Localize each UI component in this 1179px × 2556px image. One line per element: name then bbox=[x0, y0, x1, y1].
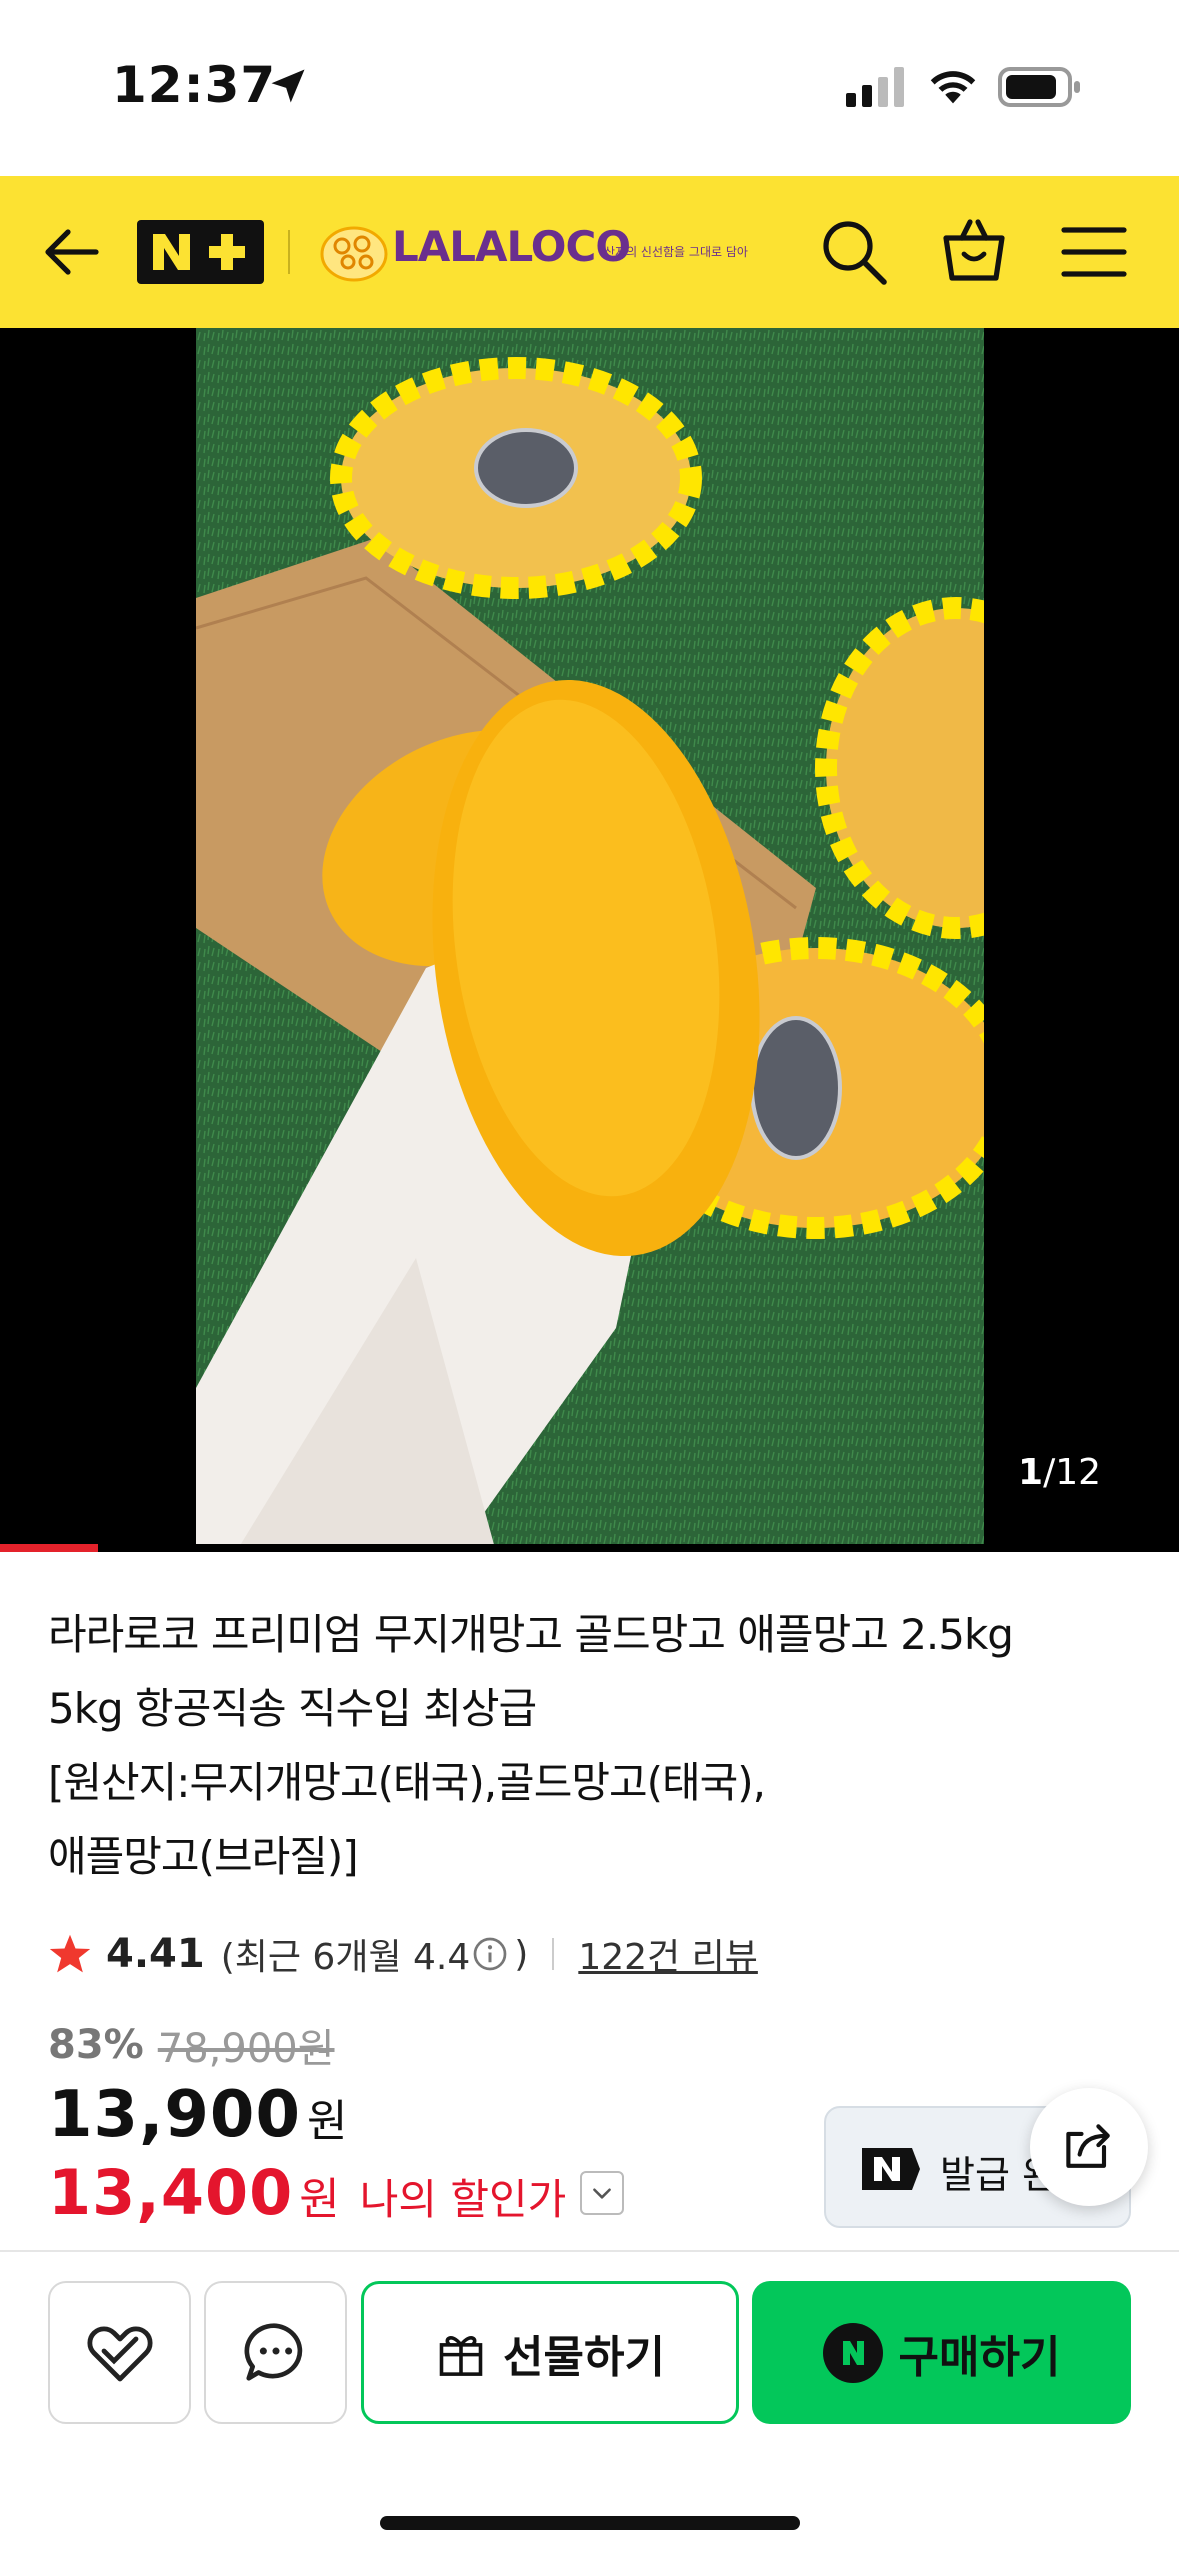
recent-rating-close: ) bbox=[514, 1933, 529, 1975]
gift-button[interactable]: 선물하기 bbox=[361, 2281, 739, 2424]
shopping-bag-icon[interactable] bbox=[938, 214, 1010, 286]
discount-rate: 83% bbox=[48, 2022, 144, 2068]
rating-divider bbox=[552, 1938, 555, 1970]
nplus-logo-icon bbox=[153, 234, 245, 270]
naver-n-icon bbox=[822, 2322, 883, 2383]
brand-name[interactable]: LALALOCO bbox=[392, 222, 631, 271]
back-arrow-icon[interactable] bbox=[40, 220, 104, 284]
star-icon bbox=[49, 1934, 91, 1973]
recent-rating-text: (최근 6개월 4.4 bbox=[220, 1937, 471, 1978]
carousel-progress-fill bbox=[0, 1544, 98, 1552]
original-price: 78,900원 bbox=[157, 2026, 335, 2072]
battery-icon bbox=[998, 67, 1080, 107]
rating-row: 4.41 (최근 6개월 4.4 ) 122건 리뷰 bbox=[48, 1924, 758, 1984]
status-time: 12:37 bbox=[112, 56, 277, 114]
discount-row: 83% 78,900원 bbox=[48, 2016, 335, 2074]
my-discount-price-label: 나의 할인가 bbox=[359, 2175, 567, 2224]
top-navigation-bar: LALALOCO 산지의 신선함을 그대로 담아 bbox=[0, 176, 1179, 328]
chat-bubble-icon bbox=[244, 2322, 302, 2381]
product-title-line: 애플망고(브라질)] bbox=[48, 1832, 359, 1881]
product-photo[interactable] bbox=[196, 328, 984, 1552]
buy-label: 구매하기 bbox=[898, 2331, 1061, 2383]
share-button[interactable] bbox=[1030, 2088, 1148, 2206]
product-image-carousel[interactable]: 1/12 bbox=[0, 328, 1179, 1552]
search-icon[interactable] bbox=[818, 216, 890, 288]
carousel-progress-track bbox=[0, 1544, 1179, 1552]
review-count-link[interactable]: 122건 리뷰 bbox=[578, 1928, 758, 1980]
lalaloco-brand-mark-icon[interactable] bbox=[318, 216, 390, 288]
status-bar: 12:37 bbox=[0, 0, 1179, 176]
product-title-line: 라라로코 프리미엄 무지개망고 골드망고 애플망고 2.5kg bbox=[48, 1610, 1014, 1659]
gift-icon bbox=[439, 2335, 483, 2376]
header-divider bbox=[288, 230, 290, 274]
product-title-line: [원산지:무지개망고(태국),골드망고(태국), bbox=[48, 1758, 766, 1807]
bottom-bar-divider bbox=[0, 2250, 1179, 2252]
heart-icon bbox=[86, 2325, 153, 2381]
brand-tagline: 산지의 신선함을 그대로 담아 bbox=[604, 245, 748, 259]
my-discount-price-unit: 원 bbox=[299, 2174, 340, 2225]
location-arrow-icon bbox=[271, 69, 305, 103]
sale-price-row: 13,900 원 bbox=[48, 2078, 347, 2152]
image-counter-current: 1 bbox=[1018, 1452, 1044, 1493]
talk-chat-button[interactable] bbox=[204, 2281, 347, 2424]
hamburger-menu-icon[interactable] bbox=[1058, 220, 1130, 284]
info-icon[interactable] bbox=[472, 1936, 508, 1972]
share-icon bbox=[1066, 2124, 1110, 2168]
sale-price: 13,900 bbox=[48, 2078, 301, 2152]
rating-value: 4.41 bbox=[106, 1931, 205, 1977]
image-counter-total: /12 bbox=[1043, 1452, 1101, 1493]
wishlist-button[interactable] bbox=[48, 2281, 191, 2424]
product-title-line: 5kg 항공직송 직수입 최상급 bbox=[48, 1684, 537, 1733]
image-counter: 1/12 bbox=[1018, 1452, 1101, 1493]
sale-price-unit: 원 bbox=[306, 2096, 348, 2147]
chevron-down-icon bbox=[593, 2187, 612, 2199]
home-indicator[interactable] bbox=[380, 2516, 800, 2530]
product-title: 라라로코 프리미엄 무지개망고 골드망고 애플망고 2.5kg 5kg 항공직송… bbox=[48, 1598, 1148, 1894]
nplus-store-logo[interactable] bbox=[137, 220, 264, 284]
cellular-signal-icon bbox=[846, 67, 904, 107]
expand-discount-button[interactable] bbox=[580, 2170, 625, 2215]
my-discount-price-row: 13,400 원 나의 할인가 bbox=[48, 2156, 625, 2229]
gift-label: 선물하기 bbox=[503, 2331, 665, 2383]
naver-pay-icon bbox=[862, 2148, 920, 2190]
wifi-icon bbox=[930, 71, 976, 104]
buy-button[interactable]: 구매하기 bbox=[752, 2281, 1131, 2424]
my-discount-price: 13,400 bbox=[48, 2156, 294, 2229]
recent-rating: (최근 6개월 4.4 ) bbox=[221, 1928, 529, 1980]
